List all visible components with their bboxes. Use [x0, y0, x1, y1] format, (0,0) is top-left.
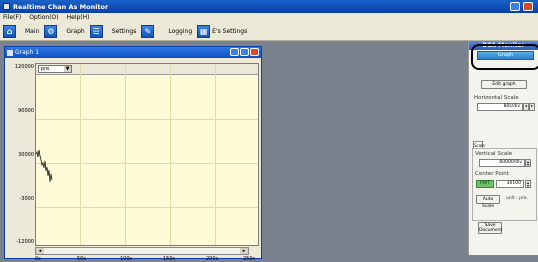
- auto-scale-button[interactable]: Auto Scale: [476, 195, 500, 209]
- graph-plot-area[interactable]: pre. ▼: [35, 63, 259, 246]
- graph-icon[interactable]: ☰: [89, 24, 103, 38]
- save-document-button[interactable]: Save Document: [478, 222, 502, 234]
- app-icon: [3, 3, 10, 10]
- x-tick-label: 150s: [163, 256, 176, 262]
- graph-button[interactable]: Graph: [477, 51, 534, 60]
- y-tick-label: -3000: [19, 196, 34, 202]
- edit-graph-button[interactable]: Edit graph: [481, 80, 527, 89]
- menu-help[interactable]: Help(H): [67, 14, 90, 21]
- graph-minimize-icon[interactable]: [230, 48, 239, 56]
- scroll-right-icon[interactable]: ▸: [529, 103, 535, 111]
- window-title: Realtime Chan As Monitor: [13, 2, 109, 11]
- toolbar-logging-label: Logging: [168, 27, 193, 35]
- graph-window-title-bar: Graph 1: [5, 47, 261, 58]
- y-tick-label: 30000: [18, 152, 34, 158]
- menu-option[interactable]: Option(O): [29, 14, 58, 21]
- graph-window-icon: [7, 49, 13, 56]
- menu-file[interactable]: File(F): [3, 14, 21, 21]
- home-icon[interactable]: ⌂: [3, 24, 16, 38]
- y-tick-label: 120000: [14, 64, 34, 70]
- x-tick-label: 250s: [243, 256, 256, 262]
- minimize-icon[interactable]: [510, 2, 520, 11]
- scale-group: Vertical Scale 60000/div ▴ ▾ Center Point…: [472, 148, 537, 221]
- center-point-field[interactable]: 30100: [496, 180, 524, 188]
- app-title-bar: Realtime Chan As Monitor: [0, 0, 538, 13]
- monitor-control-panel: BCA Monitor Graph Edit graph Horizontal …: [468, 41, 538, 255]
- x-tick-label: 200s: [206, 256, 219, 262]
- spinner-updown-icon[interactable]: ▴ ▾: [525, 180, 531, 188]
- center-point-badge: PWT: [476, 180, 494, 188]
- graph-close-icon[interactable]: [250, 48, 259, 56]
- toolbar-extra-settings-label[interactable]: E's Settings: [212, 28, 247, 35]
- x-tick-label: 50s: [77, 256, 86, 262]
- scroll-left-icon[interactable]: ◂: [36, 248, 44, 254]
- x-tick-label: 0s: [35, 256, 41, 262]
- toolbar-main-label: Main: [25, 27, 40, 35]
- graph-window-title: Graph 1: [15, 49, 40, 56]
- y-tick-label: -12000: [16, 239, 34, 245]
- signal-trace: [36, 149, 53, 183]
- toolbar-graph-label: Graph: [66, 27, 85, 35]
- center-point-label: Center Point: [475, 171, 509, 177]
- graph-horizontal-scrollbar[interactable]: ◂ ▸: [35, 247, 249, 255]
- mdi-workspace: Graph 1 120000 90000 30000 -3000 -12000 …: [0, 41, 468, 262]
- horizontal-scale-label: Horizontal Scale: [474, 95, 519, 101]
- menu-bar: File(F) Option(O) Help(H): [0, 13, 538, 22]
- vertical-scale-label: Vertical Scale: [475, 151, 513, 157]
- close-icon[interactable]: [523, 2, 533, 11]
- graph-maximize-icon[interactable]: [240, 48, 249, 56]
- toolbar: ⌂ Main ⚙ Graph ☰ Settings ✎ Logging ▦ E'…: [0, 22, 538, 41]
- spinner-updown-icon[interactable]: ▴ ▾: [525, 159, 531, 167]
- unit-label: unit : pre.: [506, 196, 528, 201]
- toolbar-settings-label: Settings: [111, 27, 137, 35]
- scroll-right-icon[interactable]: ▸: [240, 248, 248, 254]
- logging-icon[interactable]: ▦: [197, 24, 211, 38]
- main-icon[interactable]: ⚙: [44, 24, 58, 38]
- vertical-scale-field[interactable]: 60000/div: [479, 159, 525, 167]
- x-tick-label: 100s: [120, 256, 133, 262]
- settings-icon[interactable]: ✎: [141, 24, 155, 38]
- horizontal-scale-field[interactable]: 80s/div: [477, 103, 523, 111]
- y-tick-label: 90000: [18, 108, 34, 114]
- graph-window: Graph 1 120000 90000 30000 -3000 -12000 …: [4, 46, 262, 262]
